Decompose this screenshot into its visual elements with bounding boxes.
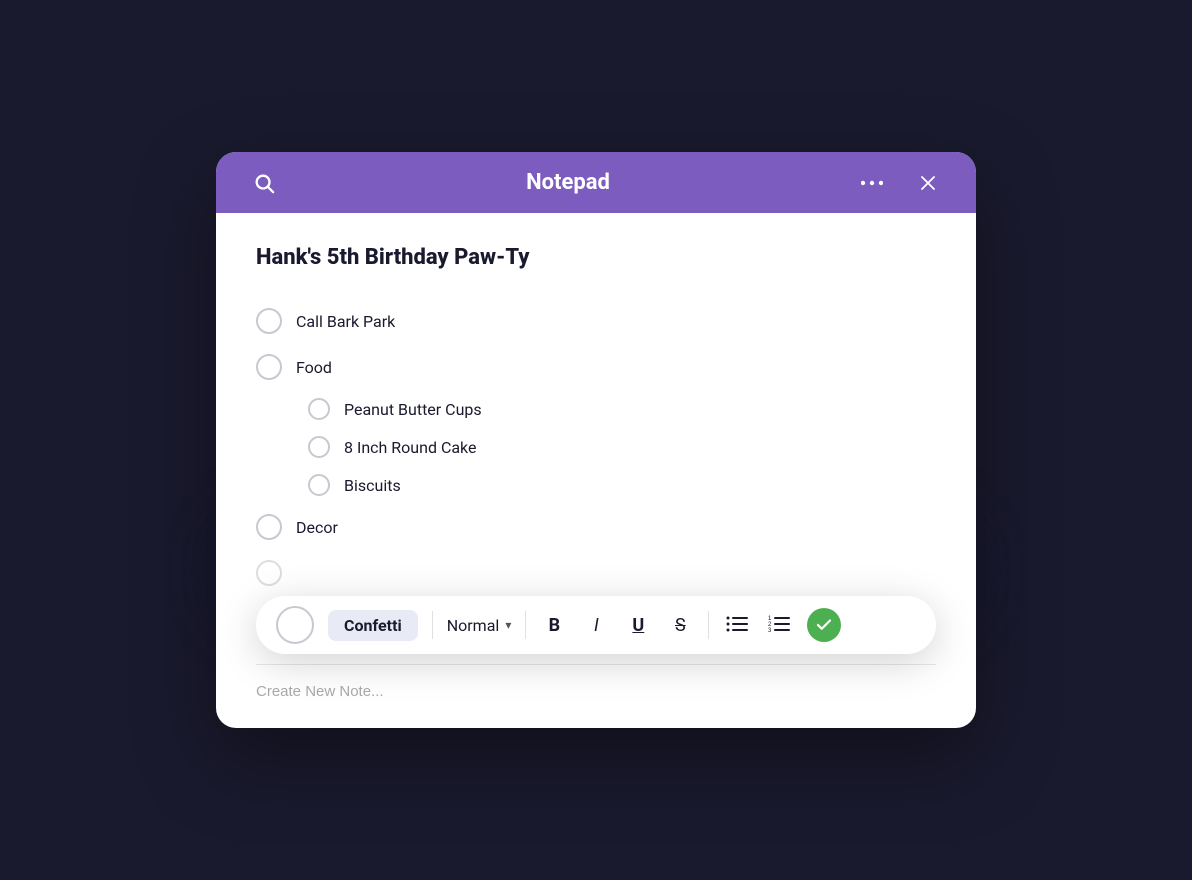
header-title: Notepad — [284, 170, 852, 195]
checkbox-confetti[interactable] — [256, 560, 282, 586]
note-content: Hank's 5th Birthday Paw-Ty Call Bark Par… — [216, 213, 976, 606]
chevron-down-icon: ▾ — [505, 618, 511, 632]
list-item: Biscuits — [256, 466, 936, 504]
list-item — [256, 550, 936, 586]
item-label: Decor — [296, 518, 338, 537]
divider-2 — [525, 611, 526, 639]
unordered-list-button[interactable] — [723, 614, 751, 637]
more-options-button[interactable] — [852, 180, 892, 186]
bold-button[interactable]: B — [540, 615, 568, 636]
format-dropdown[interactable]: Normal ▾ — [447, 616, 512, 635]
item-label: Food — [296, 358, 332, 377]
bottom-area — [216, 664, 976, 728]
strikethrough-button[interactable]: S — [666, 615, 694, 636]
close-button[interactable] — [908, 174, 948, 192]
item-label: 8 Inch Round Cake — [344, 438, 477, 457]
note-title: Hank's 5th Birthday Paw-Ty — [256, 245, 936, 270]
header: Notepad — [216, 152, 976, 213]
checkbox-call-bark-park[interactable] — [256, 308, 282, 334]
divider-1 — [432, 611, 433, 639]
list-item: 8 Inch Round Cake — [256, 428, 936, 466]
item-label: Peanut Butter Cups — [344, 400, 482, 419]
toolbar-checkbox[interactable] — [276, 606, 314, 644]
checkbox-decor[interactable] — [256, 514, 282, 540]
app-container: Notepad Hank's 5th — [206, 90, 986, 790]
checkbox-food[interactable] — [256, 354, 282, 380]
notepad-window: Notepad Hank's 5th — [216, 152, 976, 728]
header-right — [852, 174, 948, 192]
format-dropdown-label: Normal — [447, 616, 500, 635]
underline-button[interactable]: U — [624, 615, 652, 636]
create-note-input[interactable] — [256, 683, 936, 700]
checkbox-biscuits[interactable] — [308, 474, 330, 496]
item-label: Biscuits — [344, 476, 401, 495]
checkbox-peanut-butter-cups[interactable] — [308, 398, 330, 420]
item-label: Call Bark Park — [296, 312, 395, 331]
ordered-list-button[interactable]: 1 2 3 — [765, 614, 793, 637]
italic-button[interactable]: I — [582, 615, 610, 636]
list-item: Decor — [256, 504, 936, 550]
confirm-button[interactable] — [807, 608, 841, 642]
checkbox-cake[interactable] — [308, 436, 330, 458]
current-item-label: Confetti — [328, 610, 418, 641]
divider — [256, 664, 936, 665]
svg-text:3: 3 — [768, 628, 772, 632]
editing-toolbar: Confetti Normal ▾ B I U S — [256, 596, 936, 654]
list-item: Call Bark Park — [256, 298, 936, 344]
toolbar-wrapper: Confetti Normal ▾ B I U S — [256, 596, 936, 654]
list-item: Food — [256, 344, 936, 390]
divider-3 — [708, 611, 709, 639]
checklist: Call Bark Park Food Peanut Butter Cups 8… — [256, 298, 936, 586]
list-item: Peanut Butter Cups — [256, 390, 936, 428]
search-icon[interactable] — [244, 172, 284, 194]
